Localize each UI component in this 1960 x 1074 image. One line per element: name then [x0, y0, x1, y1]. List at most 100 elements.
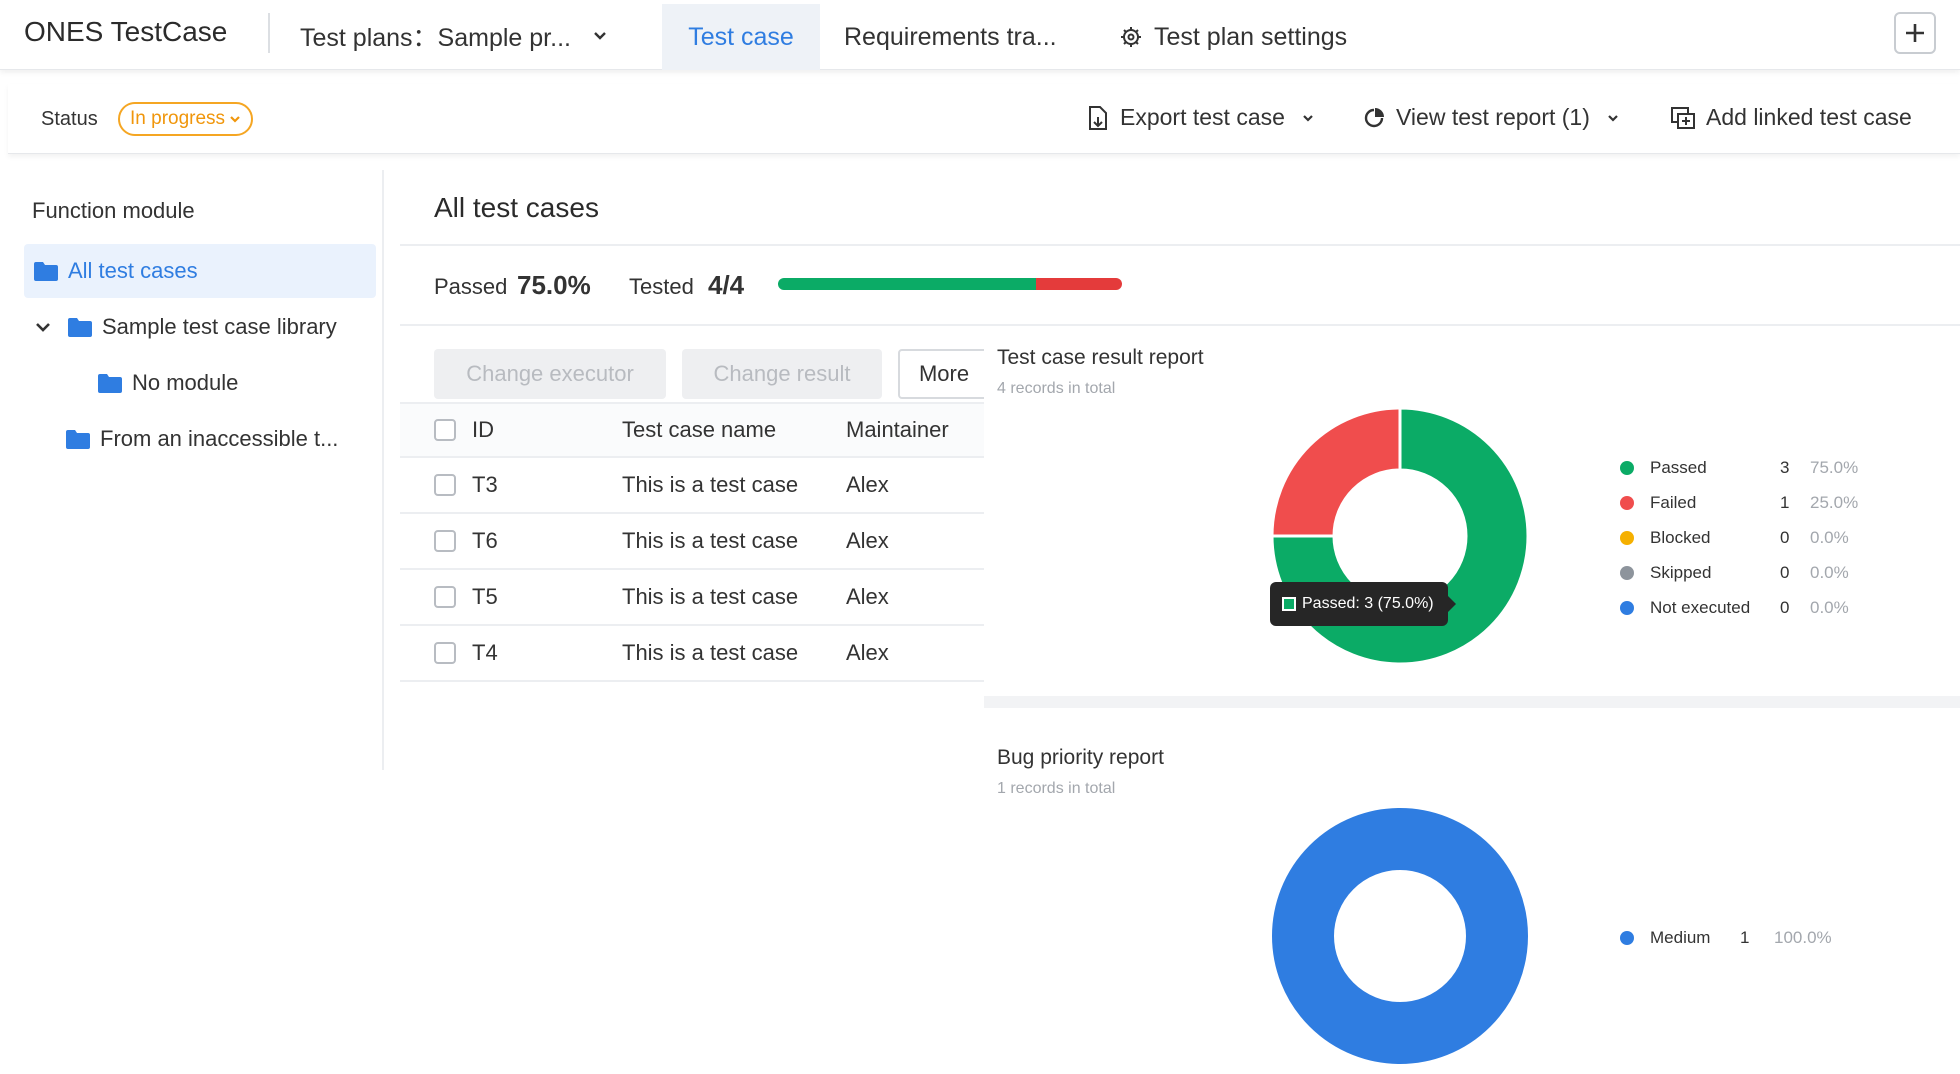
column-header-name: Test case name [622, 417, 777, 442]
sidebar-item-inaccessible[interactable]: From an inaccessible t... [66, 412, 338, 466]
cell-name[interactable]: This is a test case [622, 640, 798, 666]
column-header-maintainer: Maintainer [846, 417, 949, 442]
legend-label: Medium [1650, 928, 1711, 947]
legend-label: Not executed [1650, 598, 1751, 617]
legend-label: Blocked [1650, 528, 1711, 547]
legend-count: 0 [1780, 528, 1790, 547]
table-row[interactable]: T5 This is a test case Alex [400, 570, 990, 626]
donut-slice-failed[interactable] [1270, 406, 1402, 538]
table-row[interactable]: T6 This is a test case Alex [400, 514, 990, 570]
cell-name[interactable]: This is a test case [622, 584, 798, 610]
cell-name[interactable]: This is a test case [622, 472, 798, 498]
more-button[interactable]: More [898, 349, 990, 399]
tab-requirements-label: Requirements tra... [844, 22, 1057, 51]
tooltip-swatch [1282, 597, 1296, 611]
bug-legend: Medium 1 100.0% [1620, 926, 1850, 961]
cell-id: T6 [472, 528, 498, 553]
cell-id: T5 [472, 584, 498, 609]
chevron-down-icon [594, 32, 606, 40]
sidebar-item-label: From an inaccessible t... [100, 426, 339, 451]
progress-bar [778, 278, 1122, 290]
cell-maintainer: Alex [846, 528, 889, 553]
folder-icon [66, 429, 90, 449]
tab-requirements[interactable]: Requirements tra... [844, 4, 1057, 70]
sidebar-item-all-test-cases[interactable]: All test cases [24, 244, 376, 298]
legend-label: Passed [1650, 458, 1707, 477]
legend-dot [1620, 601, 1634, 615]
tab-test-case[interactable]: Test case [662, 4, 820, 70]
sidebar-item-sample-library[interactable]: Sample test case library [34, 300, 337, 354]
stats-bar: Passed 75.0% Tested 4/4 [400, 248, 1960, 326]
link-icon [1671, 106, 1695, 129]
test-plan-selector[interactable]: Test plans：Sample pr... [300, 18, 609, 54]
table-row[interactable]: T3 This is a test case Alex [400, 458, 990, 514]
donut-slice-medium[interactable] [1272, 808, 1528, 1064]
tooltip-text: Passed: 3 (75.0%) [1302, 595, 1434, 612]
export-icon [1089, 105, 1107, 130]
add-linked-test-case-button[interactable]: Add linked test case [1670, 104, 1912, 131]
top-bar: ONES TestCase Test plans：Sample pr... Te… [0, 0, 1960, 70]
table-header-row: ID Test case name Maintainer [400, 402, 990, 458]
legend-label: Failed [1650, 493, 1697, 512]
add-linked-test-case-label: Add linked test case [1706, 104, 1912, 130]
row-checkbox[interactable] [434, 530, 456, 552]
legend-item[interactable]: Blocked 0 0.0% [1620, 526, 1880, 561]
folder-icon [68, 317, 92, 337]
row-checkbox[interactable] [434, 642, 456, 664]
legend-dot [1620, 496, 1634, 510]
legend-label: Skipped [1650, 563, 1712, 582]
tested-label: Tested [629, 274, 694, 299]
sidebar-title: Function module [32, 198, 195, 223]
result-legend: Passed 3 75.0% Failed 1 25.0% Blocked 0 0.0% Skip… [1620, 456, 1880, 631]
export-test-case-button[interactable]: Export test case [1086, 104, 1315, 131]
select-all-checkbox[interactable] [434, 419, 456, 441]
status-badge[interactable]: In progress [118, 102, 254, 136]
app-title: ONES TestCase [24, 16, 228, 47]
legend-count: 0 [1780, 563, 1790, 582]
progress-passed [778, 278, 1036, 290]
bug-report-subtitle: 1 records in total [997, 780, 1116, 797]
export-test-case-label: Export test case [1120, 104, 1285, 130]
tab-test-plan-settings-label: Test plan settings [1154, 22, 1348, 51]
result-donut-chart [1270, 406, 1530, 666]
view-test-report-label: View test report (1) [1396, 104, 1590, 130]
view-test-report-button[interactable]: View test report (1) [1362, 104, 1620, 131]
cell-maintainer: Alex [846, 640, 889, 665]
add-button[interactable] [1894, 12, 1936, 54]
legend-percent: 100.0% [1774, 928, 1832, 947]
plus-icon [1906, 24, 1924, 42]
sidebar-item-no-module[interactable]: No module [98, 356, 238, 410]
test-case-table: ID Test case name Maintainer T3 This is … [400, 402, 990, 682]
folder-icon [98, 373, 122, 393]
status-label: Status [41, 108, 98, 130]
row-checkbox[interactable] [434, 586, 456, 608]
chevron-down-icon [230, 116, 240, 123]
report-icon [1364, 107, 1384, 127]
bug-report-title: Bug priority report [997, 746, 1164, 769]
sidebar-item-label: No module [132, 370, 239, 395]
legend-count: 1 [1740, 928, 1750, 947]
legend-item[interactable]: Not executed 0 0.0% [1620, 596, 1880, 631]
change-executor-button[interactable]: Change executor [434, 349, 666, 399]
chart-tooltip: Passed: 3 (75.0%) [1270, 582, 1456, 626]
row-checkbox[interactable] [434, 474, 456, 496]
cell-id: T4 [472, 640, 498, 665]
test-report-panel: Test case result report 4 records in tot… [984, 334, 1960, 1074]
change-result-button[interactable]: Change result [682, 349, 882, 399]
legend-item[interactable]: Medium 1 100.0% [1620, 926, 1850, 961]
chevron-down-icon [1608, 114, 1618, 122]
tab-test-plan-settings[interactable]: Test plan settings [1120, 4, 1347, 70]
table-row[interactable]: T4 This is a test case Alex [400, 626, 990, 682]
cell-maintainer: Alex [846, 584, 889, 609]
legend-item[interactable]: Skipped 0 0.0% [1620, 561, 1880, 596]
gear-icon [1121, 27, 1141, 47]
legend-item[interactable]: Failed 1 25.0% [1620, 491, 1880, 526]
chevron-down-icon[interactable] [34, 318, 52, 336]
bug-donut-chart [1272, 808, 1528, 1064]
legend-dot [1620, 931, 1634, 945]
legend-dot [1620, 566, 1634, 580]
legend-percent: 0.0% [1810, 528, 1849, 547]
cell-name[interactable]: This is a test case [622, 528, 798, 554]
folder-icon [34, 261, 58, 281]
legend-item[interactable]: Passed 3 75.0% [1620, 456, 1880, 491]
